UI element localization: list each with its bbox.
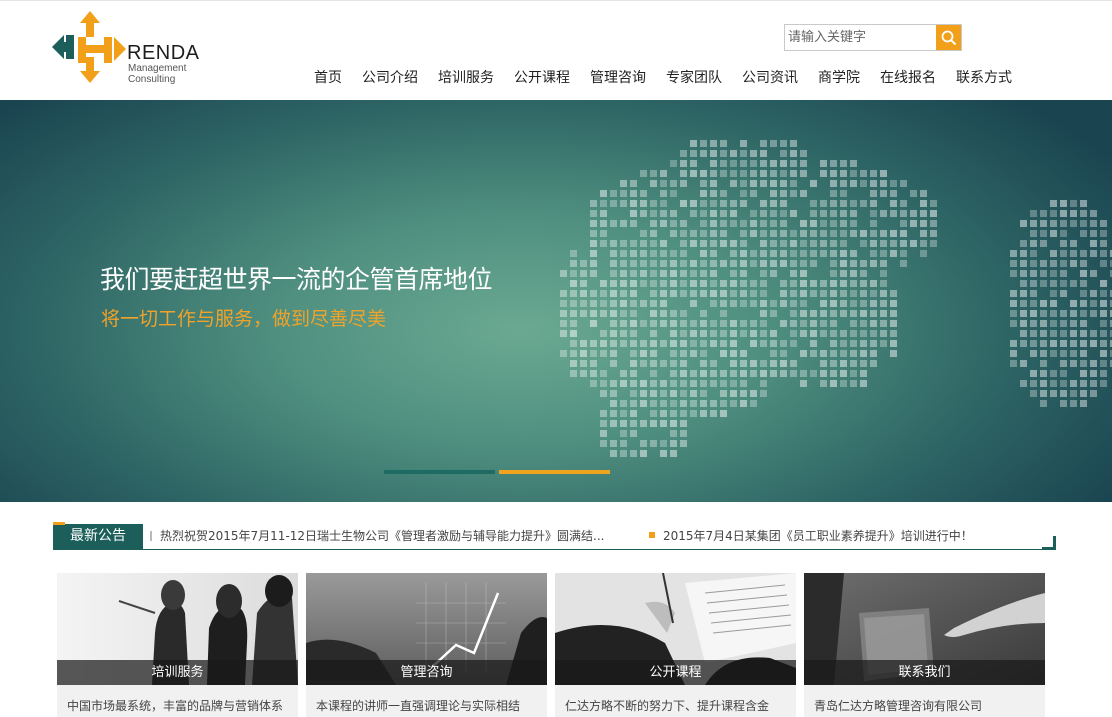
nav-news[interactable]: 公司资讯 [732, 64, 808, 92]
search-icon [941, 30, 956, 45]
hero-banner[interactable]: 我们要赶超世界一流的企管首席地位 将一切工作与服务，做到尽善尽美 [0, 100, 1112, 502]
nav-business-school[interactable]: 商学院 [808, 64, 870, 92]
card-description: 青岛仁达方略管理咨询有限公司 [814, 699, 983, 713]
card-contact[interactable]: 联系我们 青岛仁达方略管理咨询有限公司 [804, 573, 1045, 717]
nav-training[interactable]: 培训服务 [428, 64, 504, 92]
search-box [784, 24, 962, 51]
card-caption: 公开课程 [555, 660, 796, 685]
nav-consulting[interactable]: 管理咨询 [580, 64, 656, 92]
slide-indicator-1[interactable] [384, 470, 495, 474]
main-nav: 首页 公司介绍 培训服务 公开课程 管理咨询 专家团队 公司资讯 商学院 在线报… [304, 64, 1022, 92]
card-courses[interactable]: 公开课程 仁达方略不断的努力下、提升课程含金 [555, 573, 796, 717]
search-button[interactable] [936, 25, 961, 50]
notice-item[interactable]: 热烈祝贺2015年7月11-12日瑞士生物公司《管理者激励与辅导能力提升》圆满结… [150, 528, 605, 544]
notice-bar: 最新公告 热烈祝贺2015年7月11-12日瑞士生物公司《管理者激励与辅导能力提… [53, 522, 1056, 550]
notice-item-text: 2015年7月4日某集团《员工职业素养提升》培训进行中！ [663, 529, 973, 543]
card-description: 本课程的讲师一直强调理论与实际相结 [316, 699, 521, 713]
nav-courses[interactable]: 公开课程 [504, 64, 580, 92]
nav-contact[interactable]: 联系方式 [946, 64, 1022, 92]
nav-about[interactable]: 公司介绍 [352, 64, 428, 92]
logo-tagline-1: Management [128, 63, 187, 74]
bullet-icon [150, 531, 152, 541]
notice-item[interactable]: 2015年7月4日某集团《员工职业素养提升》培训进行中！ [649, 528, 973, 544]
logo-wordmark: RENDA [127, 42, 200, 64]
search-input[interactable] [785, 25, 937, 50]
card-training[interactable]: 培训服务 中国市场最系统，丰富的品牌与营销体系 [57, 573, 298, 717]
corner-decoration-icon [1042, 536, 1056, 550]
card-caption: 培训服务 [57, 660, 298, 685]
slide-indicator-2[interactable] [499, 470, 610, 474]
nav-home[interactable]: 首页 [304, 64, 352, 92]
banner-title: 我们要赶超世界一流的企管首席地位 [100, 265, 493, 294]
card-caption: 联系我们 [804, 660, 1045, 685]
banner-subtitle: 将一切工作与服务，做到尽善尽美 [101, 308, 387, 330]
logo-tagline-2: Consulting [128, 74, 176, 85]
notice-item-text: 热烈祝贺2015年7月11-12日瑞士生物公司《管理者激励与辅导能力提升》圆满结… [160, 529, 605, 543]
nav-online-signup[interactable]: 在线报名 [870, 64, 946, 92]
card-description: 中国市场最系统，丰富的品牌与营销体系 [67, 699, 284, 713]
card-description: 仁达方略不断的努力下、提升课程含金 [565, 699, 770, 713]
notice-divider [53, 549, 1056, 550]
notice-label: 最新公告 [53, 522, 143, 549]
logo[interactable]: RENDA Management Consulting [52, 9, 212, 89]
card-consulting[interactable]: 管理咨询 本课程的讲师一直强调理论与实际相结 [306, 573, 547, 717]
nav-experts[interactable]: 专家团队 [656, 64, 732, 92]
site-header: RENDA Management Consulting 首页 公司介绍 培训服务… [0, 0, 1112, 100]
bullet-icon [649, 532, 655, 538]
logo-mark-icon [52, 11, 126, 83]
card-caption: 管理咨询 [306, 660, 547, 685]
world-map-graphic [560, 140, 1112, 457]
